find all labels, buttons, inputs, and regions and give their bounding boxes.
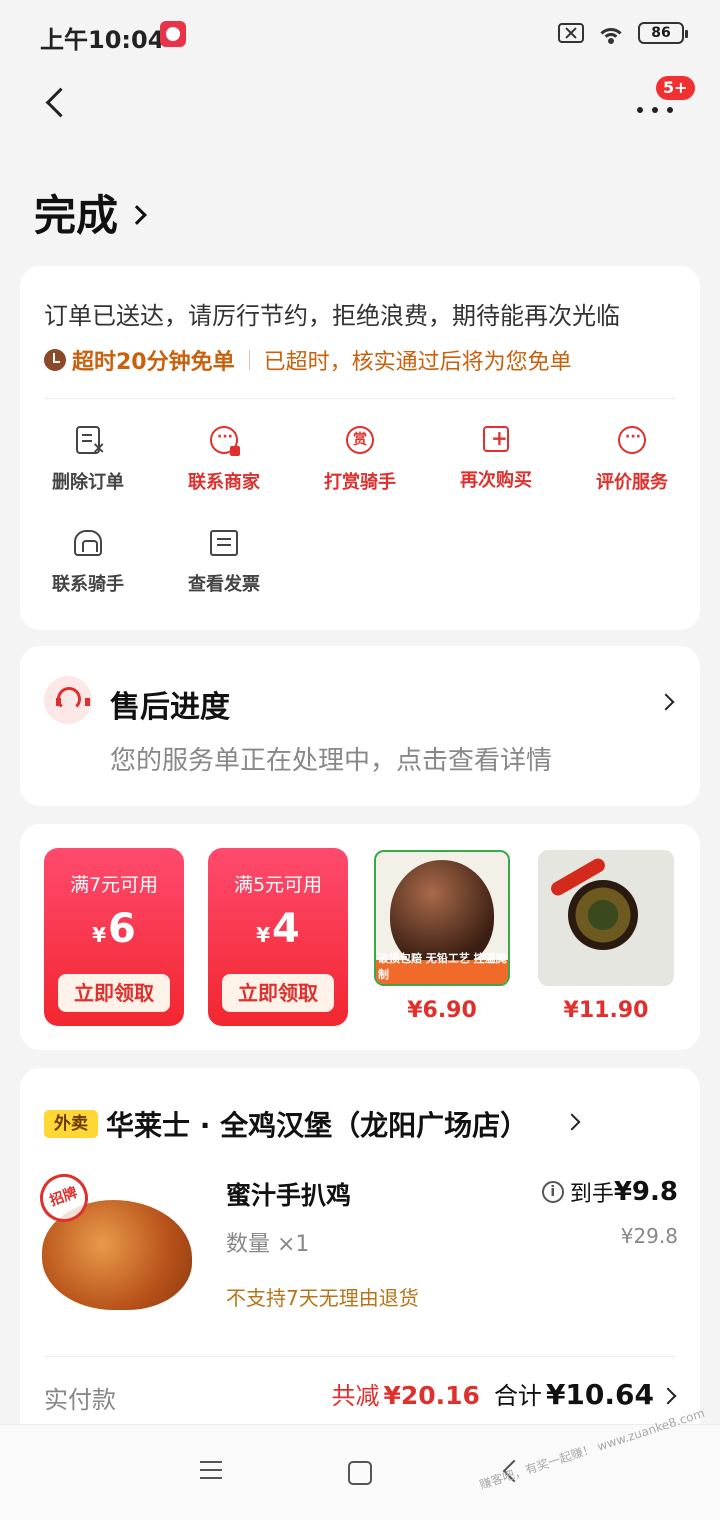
timeout-guarantee[interactable]: 超时20分钟免单 已超时，核实通过后将为您免单	[44, 344, 572, 376]
buy-again-button[interactable]: 再次购买	[428, 426, 564, 492]
discount-value: ¥20.16	[383, 1381, 480, 1410]
contact-rider-button[interactable]: 联系骑手	[20, 530, 156, 596]
product-price: ¥11.90	[563, 998, 649, 1023]
delete-order-icon	[76, 426, 105, 457]
back-button[interactable]	[36, 82, 80, 126]
order-status-title[interactable]: 完成	[34, 182, 147, 243]
status-icons: 86	[558, 22, 688, 44]
coupon-condition: 满5元可用	[233, 874, 323, 896]
status-time: 上午10:04	[40, 26, 165, 54]
home-icon[interactable]	[348, 1461, 372, 1485]
app-notification-icon	[160, 21, 186, 47]
divider	[44, 1356, 676, 1357]
total-value: ¥10.64	[545, 1378, 654, 1411]
action-label: 删除订单	[52, 472, 124, 493]
coupon-amount: ¥6	[92, 906, 136, 952]
delete-order-button[interactable]: 删除订单	[20, 426, 156, 494]
product-item[interactable]: 破损包赔 无铅工艺 控温腌制 ¥6.90	[374, 850, 510, 1023]
item-quantity: 数量 ×1	[226, 1232, 310, 1257]
return-policy-note: 不支持7天无理由退货	[226, 1286, 419, 1310]
contact-merchant-button[interactable]: 联系商家	[156, 426, 292, 494]
menu-icon[interactable]	[200, 1461, 222, 1479]
paid-label: 实付款	[44, 1386, 116, 1414]
divider	[248, 350, 250, 370]
contact-merchant-icon	[210, 426, 240, 456]
buy-again-icon	[483, 426, 509, 452]
takeout-tag: 外卖	[44, 1110, 98, 1138]
order-status-card: 订单已送达，请厉行节约，拒绝浪费，期待能再次光临 超时20分钟免单 已超时，核实…	[20, 266, 700, 630]
review-service-button[interactable]: 评价服务	[564, 426, 700, 494]
coupon-amount: ¥4	[256, 906, 300, 952]
battery-icon: 86	[638, 22, 688, 44]
promo-card: 满7元可用 ¥6 立即领取 满5元可用 ¥4 立即领取 破损包赔 无铅工艺 控温…	[20, 824, 700, 1050]
clock-icon	[44, 349, 66, 371]
order-detail-card: 外卖 华莱士 · 全鸡汉堡（龙阳广场店） 招牌 蜜汁手扒鸡 数量 ×1 不支持7…	[20, 1068, 700, 1448]
order-status-text: 完成	[34, 191, 119, 240]
claim-coupon-button[interactable]: 立即领取	[58, 974, 170, 1012]
store-name[interactable]: 华莱士 · 全鸡汉堡（龙阳广场店）	[106, 1104, 528, 1144]
action-label: 联系骑手	[52, 574, 124, 595]
order-delivered-message: 订单已送达，请厉行节约，拒绝浪费，期待能再次光临	[44, 302, 620, 330]
message-count-badge: 5+	[656, 76, 695, 100]
final-price: ¥9.8	[613, 1177, 678, 1207]
product-price: ¥6.90	[407, 998, 477, 1023]
total-label: 合计	[493, 1382, 542, 1410]
contact-rider-icon	[74, 530, 102, 556]
after-sales-title: 售后进度	[110, 690, 230, 725]
action-label: 评价服务	[596, 472, 668, 493]
after-sales-card[interactable]: 售后进度 您的服务单正在处理中，点击查看详情	[20, 646, 700, 806]
tip-rider-button[interactable]: 赏 打赏骑手	[292, 426, 428, 494]
timeout-label: 超时20分钟免单	[72, 350, 235, 375]
chevron-right-icon	[563, 1113, 581, 1131]
headset-icon	[44, 676, 92, 724]
wifi-icon	[596, 22, 626, 44]
info-icon: i	[541, 1181, 564, 1203]
century-egg-image	[538, 850, 674, 986]
divider	[44, 398, 676, 399]
action-label: 再次购买	[460, 470, 532, 491]
product-tag: 破损包赔 无铅工艺 控温腌制	[378, 952, 507, 981]
food-item-image[interactable]: 招牌	[38, 1172, 198, 1332]
invoice-icon	[210, 530, 238, 556]
view-invoice-button[interactable]: 查看发票	[156, 530, 292, 596]
claim-coupon-button[interactable]: 立即领取	[222, 974, 334, 1012]
price-label: 到手	[569, 1182, 614, 1207]
no-sim-icon	[558, 23, 584, 43]
chevron-right-icon	[127, 204, 147, 225]
chevron-right-icon	[659, 1387, 677, 1405]
discount-label: 共减	[331, 1382, 380, 1410]
coupon: 满7元可用 ¥6 立即领取	[44, 848, 184, 1026]
item-name: 蜜汁手扒鸡	[226, 1181, 352, 1210]
product-item[interactable]: ¥11.90	[538, 850, 674, 1023]
action-label: 联系商家	[188, 472, 260, 493]
action-label: 查看发票	[188, 574, 260, 595]
tip-rider-icon: 赏	[346, 426, 374, 454]
review-icon	[618, 426, 646, 454]
status-bar: 上午10:04 86	[0, 0, 720, 72]
original-price: ¥29.8	[620, 1224, 678, 1248]
coupon: 满5元可用 ¥4 立即领取	[208, 848, 348, 1026]
action-label: 打赏骑手	[324, 472, 396, 493]
chevron-right-icon	[657, 693, 675, 711]
century-egg-image: 破损包赔 无铅工艺 控温腌制	[374, 850, 510, 986]
item-price[interactable]: i 到手 ¥9.8	[541, 1176, 678, 1208]
coupon-condition: 满7元可用	[69, 874, 159, 896]
after-sales-description: 您的服务单正在处理中，点击查看详情	[110, 746, 553, 776]
timeout-note: 已超时，核实通过后将为您免单	[263, 350, 572, 375]
payment-summary[interactable]: 共减 ¥20.16 合计 ¥10.64	[331, 1376, 654, 1411]
